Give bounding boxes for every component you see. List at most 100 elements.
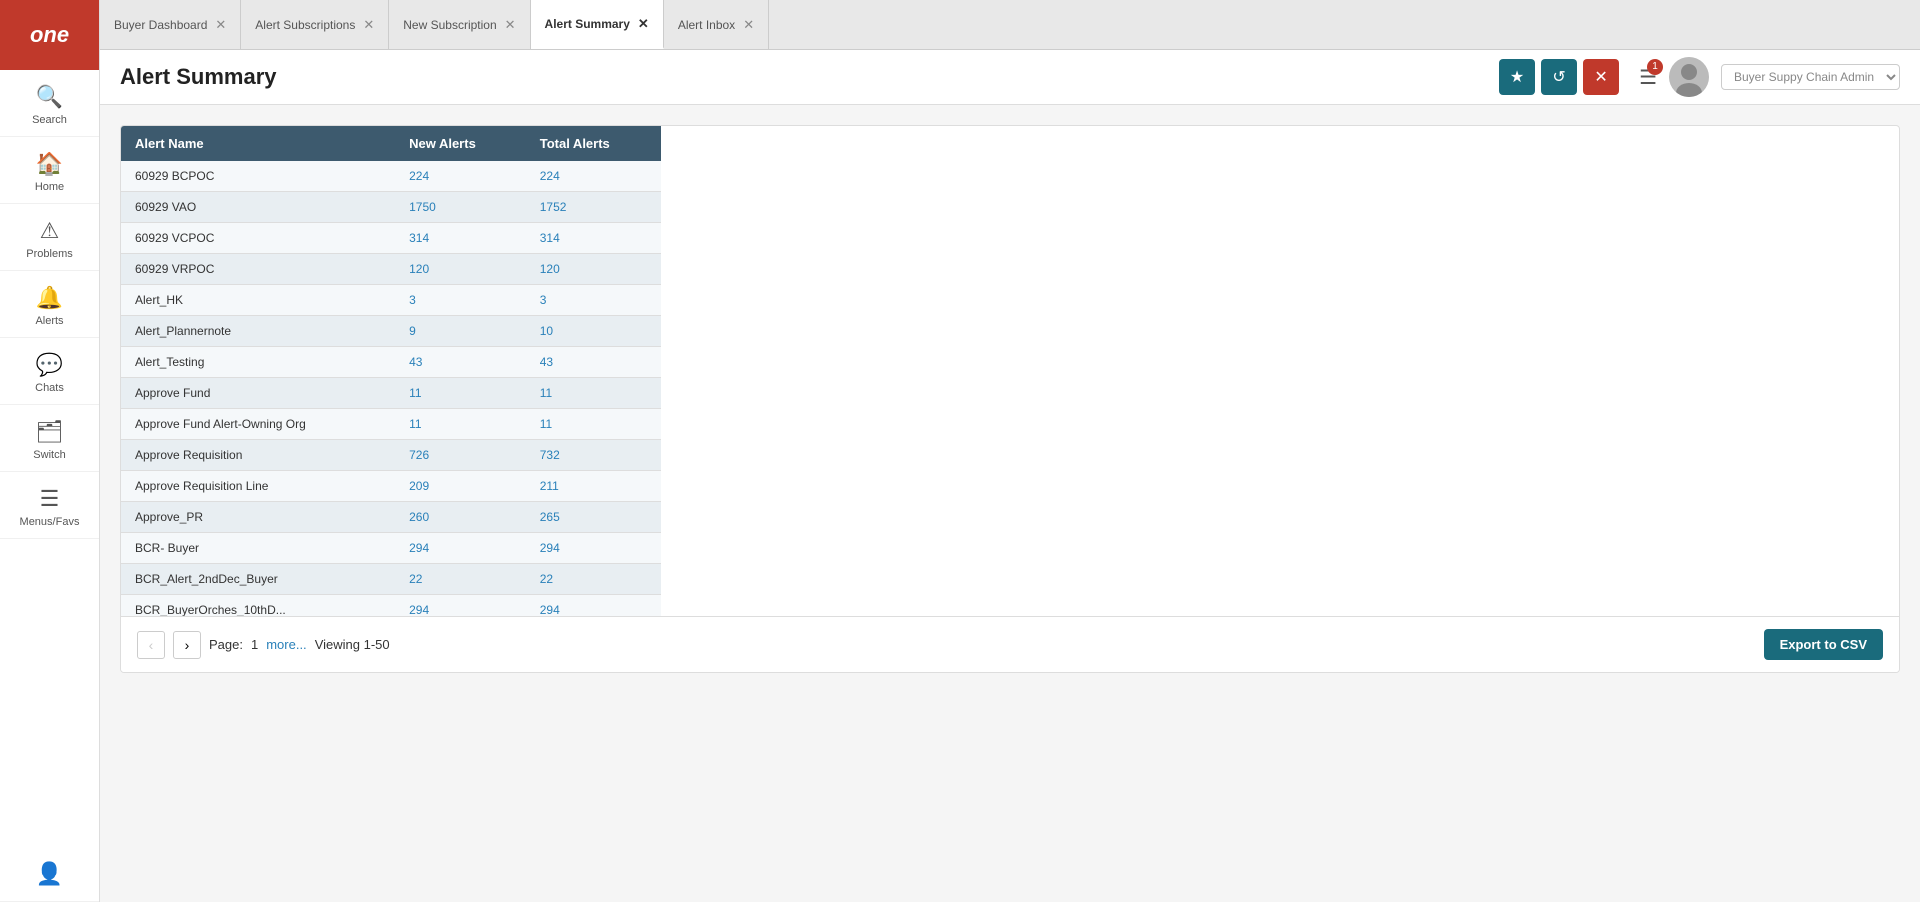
user-avatar-icon: 👤 xyxy=(36,861,63,887)
alert-summary-table-container: Alert Name New Alerts Total Alerts 60929… xyxy=(120,125,1900,673)
sidebar-item-label: Menus/Favs xyxy=(20,516,80,528)
cell-total-alerts[interactable]: 294 xyxy=(526,533,661,564)
cell-new-alerts[interactable]: 294 xyxy=(395,595,526,617)
sidebar-item-label: Chats xyxy=(35,382,64,394)
cell-new-alerts[interactable]: 1750 xyxy=(395,192,526,223)
switch-icon: 🗂 xyxy=(36,419,64,445)
sidebar-item-label: Search xyxy=(32,114,67,126)
table-row: 60929 BCPOC224224 xyxy=(121,161,661,192)
cell-total-alerts[interactable]: 314 xyxy=(526,223,661,254)
tab-alert-subscriptions[interactable]: Alert Subscriptions ✕ xyxy=(241,0,389,49)
warning-icon: ⚠ xyxy=(40,218,60,244)
table-row: Approve_PR260265 xyxy=(121,502,661,533)
cell-new-alerts[interactable]: 11 xyxy=(395,409,526,440)
cell-new-alerts[interactable]: 22 xyxy=(395,564,526,595)
menu-icon: ☰ xyxy=(40,486,60,512)
cell-total-alerts[interactable]: 120 xyxy=(526,254,661,285)
export-csv-button[interactable]: Export to CSV xyxy=(1764,629,1883,660)
sidebar-item-alerts[interactable]: 🔔 Alerts xyxy=(0,271,99,338)
cell-total-alerts[interactable]: 10 xyxy=(526,316,661,347)
refresh-button[interactable]: ↺ xyxy=(1541,59,1577,95)
cell-total-alerts[interactable]: 11 xyxy=(526,378,661,409)
cell-total-alerts[interactable]: 211 xyxy=(526,471,661,502)
cell-total-alerts[interactable]: 224 xyxy=(526,161,661,192)
table-row: Approve Requisition726732 xyxy=(121,440,661,471)
pagination-left: ‹ › Page: 1 more... Viewing 1-50 xyxy=(137,631,390,659)
cell-alert-name: Approve Requisition xyxy=(121,440,395,471)
sidebar-item-user[interactable]: 👤 xyxy=(0,847,99,902)
cell-alert-name: 60929 BCPOC xyxy=(121,161,395,192)
cell-new-alerts[interactable]: 120 xyxy=(395,254,526,285)
cell-total-alerts[interactable]: 1752 xyxy=(526,192,661,223)
prev-page-button[interactable]: ‹ xyxy=(137,631,165,659)
table-scroll-wrapper[interactable]: Alert Name New Alerts Total Alerts 60929… xyxy=(121,126,1899,616)
tab-new-subscription[interactable]: New Subscription ✕ xyxy=(389,0,530,49)
sidebar-item-menus-favs[interactable]: ☰ Menus/Favs xyxy=(0,472,99,539)
tab-close-icon[interactable]: ✕ xyxy=(505,17,516,33)
cell-total-alerts[interactable]: 11 xyxy=(526,409,661,440)
cell-total-alerts[interactable]: 294 xyxy=(526,595,661,617)
search-icon: 🔍 xyxy=(36,84,63,110)
tab-alert-inbox[interactable]: Alert Inbox ✕ xyxy=(664,0,769,49)
sidebar-item-switch[interactable]: 🗂 Switch xyxy=(0,405,99,472)
cell-new-alerts[interactable]: 209 xyxy=(395,471,526,502)
tab-close-icon[interactable]: ✕ xyxy=(743,17,754,33)
cell-total-alerts[interactable]: 22 xyxy=(526,564,661,595)
cell-alert-name: BCR_BuyerOrches_10thD... xyxy=(121,595,395,617)
sidebar-item-home[interactable]: 🏠 Home xyxy=(0,137,99,204)
tab-alert-summary[interactable]: Alert Summary ✕ xyxy=(531,0,664,49)
cell-alert-name: Alert_Testing xyxy=(121,347,395,378)
tab-close-icon[interactable]: ✕ xyxy=(363,17,374,33)
sidebar-item-search[interactable]: 🔍 Search xyxy=(0,70,99,137)
sidebar-item-label: Problems xyxy=(26,248,72,260)
sidebar-item-chats[interactable]: 💬 Chats xyxy=(0,338,99,405)
close-page-button[interactable]: ✕ xyxy=(1583,59,1619,95)
cell-alert-name: Approve Fund xyxy=(121,378,395,409)
cell-total-alerts[interactable]: 43 xyxy=(526,347,661,378)
app-logo[interactable]: one xyxy=(0,0,99,70)
header-bar: Alert Summary ★ ↺ ✕ ☰ 1 Buyer Suppy Chai… xyxy=(100,50,1920,105)
tab-close-icon[interactable]: ✕ xyxy=(215,17,226,33)
user-avatar xyxy=(1669,57,1709,97)
table-row: BCR_Alert_2ndDec_Buyer2222 xyxy=(121,564,661,595)
table-row: Alert_HK33 xyxy=(121,285,661,316)
sidebar: one 🔍 Search 🏠 Home ⚠ Problems 🔔 Alerts … xyxy=(0,0,100,902)
cell-alert-name: BCR- Buyer xyxy=(121,533,395,564)
col-new-alerts: New Alerts xyxy=(395,126,526,161)
cell-new-alerts[interactable]: 9 xyxy=(395,316,526,347)
table-row: Approve Requisition Line209211 xyxy=(121,471,661,502)
sidebar-item-label: Home xyxy=(35,181,64,193)
sidebar-item-problems[interactable]: ⚠ Problems xyxy=(0,204,99,271)
table-row: BCR- Buyer294294 xyxy=(121,533,661,564)
cell-total-alerts[interactable]: 732 xyxy=(526,440,661,471)
page-title: Alert Summary xyxy=(120,64,1499,90)
cell-new-alerts[interactable]: 43 xyxy=(395,347,526,378)
cell-alert-name: Approve Fund Alert-Owning Org xyxy=(121,409,395,440)
favorite-button[interactable]: ★ xyxy=(1499,59,1535,95)
cell-new-alerts[interactable]: 726 xyxy=(395,440,526,471)
cell-new-alerts[interactable]: 314 xyxy=(395,223,526,254)
cell-new-alerts[interactable]: 11 xyxy=(395,378,526,409)
tab-close-icon[interactable]: ✕ xyxy=(638,16,649,32)
next-page-button[interactable]: › xyxy=(173,631,201,659)
table-body: 60929 BCPOC22422460929 VAO1750175260929 … xyxy=(121,161,661,616)
more-pages-link[interactable]: more... xyxy=(266,637,306,652)
cell-total-alerts[interactable]: 265 xyxy=(526,502,661,533)
table-header: Alert Name New Alerts Total Alerts xyxy=(121,126,661,161)
bell-icon: 🔔 xyxy=(36,285,63,311)
cell-alert-name: Approve Requisition Line xyxy=(121,471,395,502)
hamburger-menu-button[interactable]: ☰ 1 xyxy=(1639,65,1657,90)
cell-new-alerts[interactable]: 3 xyxy=(395,285,526,316)
alert-summary-table: Alert Name New Alerts Total Alerts 60929… xyxy=(121,126,661,616)
table-row: Alert_Testing4343 xyxy=(121,347,661,378)
table-row: BCR_BuyerOrches_10thD...294294 xyxy=(121,595,661,617)
cell-new-alerts[interactable]: 260 xyxy=(395,502,526,533)
tab-buyer-dashboard[interactable]: Buyer Dashboard ✕ xyxy=(100,0,241,49)
col-total-alerts: Total Alerts xyxy=(526,126,661,161)
cell-new-alerts[interactable]: 224 xyxy=(395,161,526,192)
user-role-select[interactable]: Buyer Suppy Chain Admin xyxy=(1721,64,1900,90)
cell-total-alerts[interactable]: 3 xyxy=(526,285,661,316)
cell-alert-name: Alert_Plannernote xyxy=(121,316,395,347)
cell-new-alerts[interactable]: 294 xyxy=(395,533,526,564)
cell-alert-name: Approve_PR xyxy=(121,502,395,533)
